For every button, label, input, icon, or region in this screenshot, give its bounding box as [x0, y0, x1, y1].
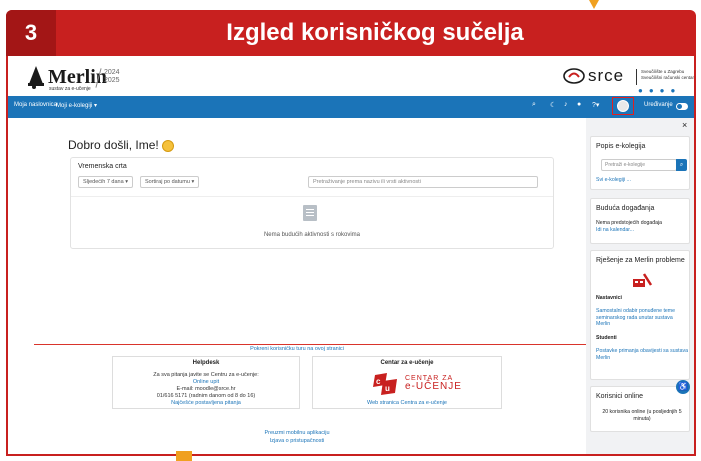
close-icon[interactable]: × [682, 120, 687, 130]
accessibility-link[interactable]: Izjava o pristupačnosti [8, 438, 586, 444]
search-icon[interactable]: ⌕ [676, 159, 687, 171]
slide: 3 Izgled korisničkog sučelja Merlin sust… [0, 0, 701, 461]
helpdesk-title: Helpdesk [192, 360, 220, 366]
waving-hand-icon [161, 139, 174, 152]
faq-link[interactable]: Najčešće postavljena pitanja [113, 400, 299, 406]
centre-box: Centar za e-učenje c u CENTAR ZA e-UČENJ… [312, 356, 502, 409]
site-header: Merlin sustav za e-učenje 2024 2025 srce… [8, 56, 694, 96]
timeline-title: Vremenska crta [78, 163, 127, 170]
accessibility-icon[interactable]: ♿ [676, 380, 690, 394]
tools-icon [633, 273, 653, 287]
srce-logo-icon [563, 68, 585, 84]
courses-card: Popis e-kolegija Pretraži e-kolegije ⌕ S… [590, 136, 690, 190]
user-menu[interactable] [612, 97, 634, 115]
nav-courses-label: Moji e-kolegiji [56, 103, 93, 109]
teachers-heading: Nastavnici [596, 295, 622, 301]
helpdesk-line: Za sva pitanja javite se Centru za e-uče… [153, 372, 259, 378]
edit-mode-label: Uređivanje [644, 102, 673, 108]
online-users-card: Korisnici online 20 korisnika online (u … [590, 386, 690, 432]
tour-link[interactable]: Pokreni korisničku turu na ovoj stranici [8, 346, 586, 352]
sort-label: Sortiraj po datumu [145, 179, 190, 185]
events-card: Buduća događanja Nema predstojećih događ… [590, 198, 690, 244]
decor-bar [176, 451, 192, 461]
events-none: Nema predstojećih događaja [596, 220, 663, 226]
main-content: Dobro došli, Ime! Vremenska crta Sljedeć… [8, 118, 586, 454]
wizard-hat-icon[interactable] [28, 66, 44, 90]
right-drawer: × Popis e-kolegija Pretraži e-kolegije ⌕… [586, 118, 694, 454]
centre-logo-text: CENTAR ZA e-UČENJE [405, 375, 462, 392]
srce-text: srce [588, 66, 625, 85]
bell-icon[interactable]: ♪ [564, 101, 568, 108]
students-heading: Studenti [596, 335, 617, 341]
slide-number: 3 [6, 10, 56, 56]
events-title: Buduća događanja [596, 205, 655, 212]
srce-subtitle: Sveučilište u Zagrebu Sveučilišni računs… [641, 69, 695, 81]
decor-triangle [589, 0, 599, 9]
screenshot-frame: Merlin sustav za e-učenje 2024 2025 srce… [6, 56, 696, 456]
timeline-empty-text: Nema budućih aktivnosti s rokovima [263, 232, 361, 238]
nav-home[interactable]: Moja naslovnica [14, 102, 57, 108]
empty-document-icon [303, 205, 317, 221]
svg-text:c: c [376, 377, 381, 386]
welcome-text: Dobro došli, Ime! [68, 138, 159, 152]
moon-icon[interactable]: ☾ [550, 101, 556, 109]
courses-search-input[interactable]: Pretraži e-kolegije [601, 159, 677, 171]
help-menu-icon[interactable]: ?▾ [592, 101, 599, 109]
timeline-search-input[interactable]: Pretraživanje prema nazivu ili vrsti akt… [308, 176, 538, 188]
online-users-text: 20 korisnika online (u posljednjih 5 min… [602, 409, 682, 422]
filter-label: Sljedećih 7 dana [83, 179, 124, 185]
problems-title: Rješenje za Merlin probleme [596, 257, 685, 264]
search-icon[interactable]: ⌕ [532, 101, 536, 109]
helpdesk-box: Helpdesk Za sva pitanja javite se Centru… [112, 356, 300, 409]
mobile-app-link[interactable]: Preuzmi mobilnu aplikaciju [8, 430, 586, 436]
chat-icon[interactable]: ● [577, 101, 581, 108]
centre-website-link[interactable]: Web stranica Centra za e-učenje [313, 400, 501, 406]
srce-separator [636, 69, 637, 85]
problems-card: Rješenje za Merlin probleme Nastavnici S… [590, 250, 690, 380]
calendar-link[interactable]: Idi na kalendar... [596, 227, 688, 234]
decor-dots: ●●●● [638, 86, 682, 95]
logo-year: 2024 2025 [104, 69, 120, 85]
year-bottom: 2025 [104, 77, 120, 84]
nav-bar: Moja naslovnica Moji e-kolegiji ▾ ⌕ ☾ ♪ … [8, 96, 694, 118]
slide-title: Izgled korisničkog sučelja [226, 19, 524, 46]
timeline-sort-select[interactable]: Sortiraj po datumu ▾ [140, 176, 200, 188]
online-inquiry-link[interactable]: Online upit [113, 379, 299, 385]
nav-courses[interactable]: Moji e-kolegiji ▾ [56, 102, 97, 109]
online-users-title: Korisnici online [596, 393, 644, 400]
year-top: 2024 [104, 69, 120, 76]
svg-text:u: u [385, 384, 390, 393]
helpdesk-phone: 01/616 5171 (radnim danom od 8 do 16) [156, 393, 256, 399]
logo-subtitle: sustav za e-učenje [49, 86, 91, 92]
welcome-heading: Dobro došli, Ime! [68, 138, 174, 152]
centre-title: Centar za e-učenje [380, 360, 434, 366]
edit-mode-toggle[interactable] [676, 103, 688, 110]
srce-sub-2: Sveučilišni računski centar [641, 75, 695, 80]
courses-title: Popis e-kolegija [596, 143, 646, 150]
all-courses-link[interactable]: Svi e-kolegiji ... [596, 177, 688, 184]
timeline-filter-select[interactable]: Sljedećih 7 dana ▾ [78, 176, 133, 188]
centre-logo-icon: c u [373, 373, 397, 395]
students-link[interactable]: Postavke primanja obavijesti sa sustava … [596, 348, 688, 361]
helpdesk-email: E-mail: moodle@srce.hr [176, 386, 236, 392]
centre-logo-line2: e-UČENJE [405, 381, 462, 392]
avatar[interactable] [617, 100, 629, 112]
footer-divider [34, 344, 586, 345]
divider [71, 196, 553, 197]
timeline-block: Vremenska crta Sljedećih 7 dana ▾ Sortir… [70, 157, 554, 249]
teachers-link[interactable]: Samostalni odabir ponuđene teme seminars… [596, 308, 688, 328]
